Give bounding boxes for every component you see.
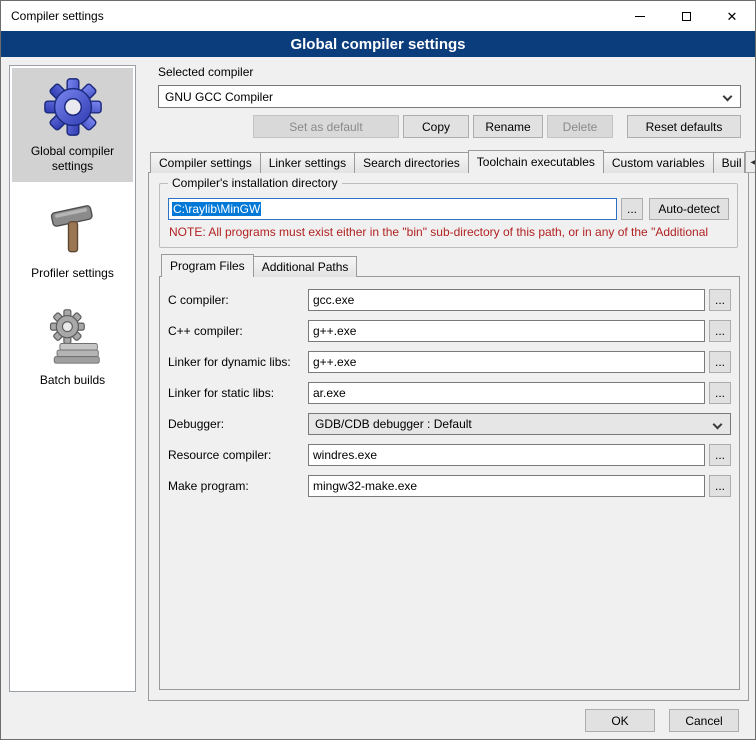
browse-button[interactable]: ... (709, 320, 731, 342)
tab-search-directories[interactable]: Search directories (354, 152, 469, 173)
copy-button[interactable]: Copy (403, 115, 469, 138)
set-as-default-button[interactable]: Set as default (253, 115, 399, 138)
maximize-button[interactable] (663, 1, 709, 31)
compiler-select[interactable]: GNU GCC Compiler (158, 85, 741, 108)
installation-directory-row: C:\raylib\MinGW ... Auto-detect (168, 198, 729, 220)
compiler-settings-window: Compiler settings ✕ Global compiler sett… (0, 0, 756, 740)
field-label: Linker for dynamic libs: (168, 355, 308, 369)
sidebar-item-profiler-settings[interactable]: Profiler settings (12, 190, 133, 289)
tab-linker-settings[interactable]: Linker settings (260, 152, 355, 173)
resource-compiler-input[interactable] (308, 444, 705, 466)
spacer (158, 115, 249, 138)
field-row-debugger: Debugger: GDB/CDB debugger : Default (168, 413, 731, 435)
close-button[interactable]: ✕ (709, 1, 755, 31)
chevron-down-icon (723, 92, 733, 102)
program-tabs: Program Files Additional Paths (161, 254, 738, 277)
cancel-button[interactable]: Cancel (669, 709, 739, 732)
make-program-input[interactable] (308, 475, 705, 497)
browse-button[interactable]: ... (709, 382, 731, 404)
c-compiler-input[interactable] (308, 289, 705, 311)
reset-defaults-button[interactable]: Reset defaults (627, 115, 741, 138)
compiler-tabs: Compiler settings Linker settings Search… (150, 150, 747, 173)
maximize-icon (682, 12, 691, 21)
field-label: C compiler: (168, 293, 308, 307)
sidebar-item-batch-builds[interactable]: Batch builds (12, 297, 133, 396)
bin-subdirectory-note: NOTE: All programs must exist either in … (169, 225, 728, 239)
installation-directory-value: C:\raylib\MinGW (172, 202, 261, 216)
dynamic-libs-linker-input[interactable] (308, 351, 705, 373)
toolchain-executables-panel: Compiler's installation directory C:\ray… (148, 172, 749, 701)
sidebar-item-label: Profiler settings (31, 266, 114, 281)
minimize-icon (635, 16, 645, 17)
ok-button[interactable]: OK (585, 709, 655, 732)
debugger-select[interactable]: GDB/CDB debugger : Default (308, 413, 731, 435)
close-icon: ✕ (727, 10, 738, 23)
browse-button[interactable]: ... (709, 289, 731, 311)
program-files-panel: C compiler: ... C++ compiler: ... Linker… (159, 276, 740, 690)
arrow-left-icon: ◄ (749, 157, 756, 167)
tab-program-files[interactable]: Program Files (161, 254, 254, 277)
compiler-actions: Set as default Copy Rename Delete Reset … (158, 115, 741, 138)
window-title: Compiler settings (1, 1, 617, 31)
field-row-make-program: Make program: ... (168, 475, 731, 497)
browse-button[interactable]: ... (709, 444, 731, 466)
field-label: Debugger: (168, 417, 308, 431)
field-label: Make program: (168, 479, 308, 493)
delete-button[interactable]: Delete (547, 115, 613, 138)
tab-custom-variables[interactable]: Custom variables (603, 152, 714, 173)
field-row-dynamic-linker: Linker for dynamic libs: ... (168, 351, 731, 373)
directory-browse-button[interactable]: ... (621, 198, 643, 220)
field-label: Linker for static libs: (168, 386, 308, 400)
tab-build-options-truncated[interactable]: Buil (713, 152, 745, 173)
tab-scroll-controls: ◄ ► (744, 151, 756, 173)
field-row-c-compiler: C compiler: ... (168, 289, 731, 311)
field-label: Resource compiler: (168, 448, 308, 462)
sidebar-item-label: Global compiler settings (14, 144, 131, 174)
titlebar: Compiler settings ✕ (1, 1, 755, 31)
debugger-select-value: GDB/CDB debugger : Default (315, 417, 472, 431)
field-row-static-linker: Linker for static libs: ... (168, 382, 731, 404)
auto-detect-button[interactable]: Auto-detect (649, 198, 729, 220)
sidebar-item-global-compiler-settings[interactable]: Global compiler settings (12, 68, 133, 182)
installation-directory-label: Compiler's installation directory (168, 176, 342, 190)
page-title: Global compiler settings (1, 31, 755, 57)
field-row-resource-compiler: Resource compiler: ... (168, 444, 731, 466)
chevron-down-icon (713, 420, 723, 430)
sidebar-item-label: Batch builds (40, 373, 105, 388)
tab-compiler-settings[interactable]: Compiler settings (150, 152, 261, 173)
installation-directory-input[interactable]: C:\raylib\MinGW (168, 198, 617, 220)
installation-directory-group: Compiler's installation directory C:\ray… (159, 183, 738, 248)
minimize-button[interactable] (617, 1, 663, 31)
main-panel: Selected compiler GNU GCC Compiler Set a… (148, 61, 749, 701)
selected-compiler-label: Selected compiler (158, 65, 253, 79)
field-row-cpp-compiler: C++ compiler: ... (168, 320, 731, 342)
tab-additional-paths[interactable]: Additional Paths (253, 256, 358, 277)
tab-toolchain-executables[interactable]: Toolchain executables (468, 150, 604, 173)
hammer-icon (44, 198, 102, 260)
field-label: C++ compiler: (168, 324, 308, 338)
tab-scroll-left-button[interactable]: ◄ (745, 151, 756, 173)
browse-button[interactable]: ... (709, 351, 731, 373)
settings-sidebar: Global compiler settings Profiler settin… (9, 65, 136, 692)
static-libs-linker-input[interactable] (308, 382, 705, 404)
browse-button[interactable]: ... (709, 475, 731, 497)
gray-gears-icon (43, 305, 103, 367)
compiler-select-value: GNU GCC Compiler (165, 90, 273, 104)
cpp-compiler-input[interactable] (308, 320, 705, 342)
rename-button[interactable]: Rename (473, 115, 543, 138)
blue-gear-icon (42, 76, 104, 138)
